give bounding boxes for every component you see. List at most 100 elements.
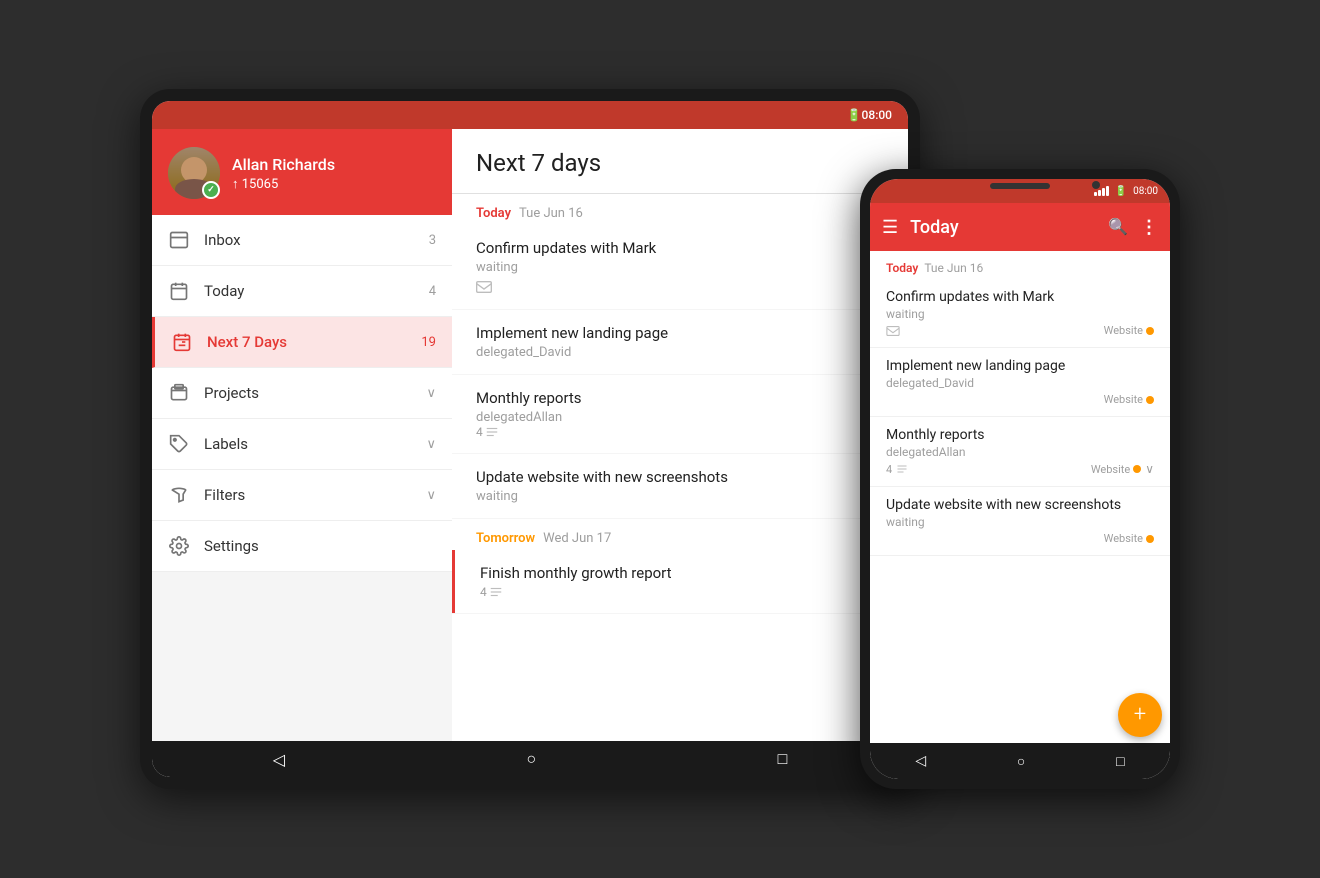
phone-task-row: Website [886, 324, 1154, 337]
avatar-badge [202, 181, 220, 199]
main-header: Next 7 days [452, 129, 908, 194]
phone-task-confirm-updates[interactable]: Confirm updates with Mark waiting Websit… [870, 279, 1170, 348]
task-meta: waiting [476, 260, 884, 275]
today-label: Today [476, 206, 511, 221]
website-dot [1146, 396, 1154, 404]
phone-time: 08:00 [1133, 186, 1158, 197]
user-karma: ↑ 15065 [232, 176, 335, 192]
phone-list-icon [896, 463, 908, 475]
website-dot [1146, 535, 1154, 543]
task-name: Update website with new screenshots [476, 468, 884, 486]
add-task-fab[interactable]: + [1118, 693, 1162, 737]
phone-task-meta: delegatedAllan [886, 445, 1154, 459]
recents-button[interactable]: □ [778, 749, 788, 769]
home-button[interactable]: ○ [526, 749, 536, 769]
sidebar-item-next7days[interactable]: Next 7 Days 19 [152, 317, 452, 368]
sidebar-item-labels[interactable]: Labels ∨ [152, 419, 452, 470]
task-name: Implement new landing page [476, 324, 884, 342]
website-label: Website [1091, 463, 1130, 476]
projects-chevron-icon: ∨ [426, 386, 436, 401]
email-icon [476, 279, 492, 295]
more-options-icon[interactable]: ⋮ [1140, 217, 1158, 238]
labels-icon [168, 433, 190, 455]
task-item-monthly-reports[interactable]: Monthly reports delegatedAllan 4 [452, 375, 908, 454]
inbox-label: Inbox [204, 231, 415, 249]
tomorrow-section-header: Tomorrow Wed Jun 17 [452, 519, 908, 550]
tablet-time: 08:00 [862, 108, 892, 122]
filters-label: Filters [204, 486, 412, 504]
today-label: Today [204, 282, 415, 300]
task-item-update-website[interactable]: Update website with new screenshots wait… [452, 454, 908, 519]
projects-label: Projects [204, 384, 412, 402]
website-label: Website [1104, 324, 1143, 337]
task-item-confirm-updates[interactable]: Confirm updates with Mark waiting [452, 225, 908, 310]
sidebar-item-projects[interactable]: Projects ∨ [152, 368, 452, 419]
phone-task-meta: delegated_David [886, 376, 1154, 390]
task-icon-row [476, 279, 884, 295]
phone-recents-button[interactable]: □ [1116, 753, 1124, 770]
website-dot [1146, 327, 1154, 335]
phone-task-meta: waiting [886, 515, 1154, 529]
phone-task-name: Implement new landing page [886, 358, 1154, 374]
sidebar-nav: Inbox 3 Today 4 [152, 215, 452, 741]
task-count: 4 [476, 425, 884, 439]
sidebar: Allan Richards ↑ 15065 [152, 129, 452, 741]
phone-task-name: Monthly reports [886, 427, 1154, 443]
phone-content: Today Tue Jun 16 Confirm updates with Ma… [870, 251, 1170, 743]
search-icon[interactable]: 🔍 [1108, 217, 1128, 238]
phone-task-landing-page[interactable]: Implement new landing page delegated_Dav… [870, 348, 1170, 417]
today-section-header: Today Tue Jun 16 [452, 194, 908, 225]
sidebar-item-filters[interactable]: Filters ∨ [152, 470, 452, 521]
tablet-device: 🔋 08:00 Allan Richards ↑ 15065 [140, 89, 920, 789]
phone-home-button[interactable]: ○ [1017, 753, 1025, 770]
sidebar-item-today[interactable]: Today 4 [152, 266, 452, 317]
battery-icon: 🔋 [1115, 186, 1127, 197]
phone-today-header: Today Tue Jun 16 [870, 251, 1170, 279]
website-dot [1133, 465, 1141, 473]
phone-camera [1092, 181, 1100, 189]
phone-task-name: Update website with new screenshots [886, 497, 1154, 513]
website-badge: Website [1104, 393, 1154, 406]
phone-task-monthly-reports[interactable]: Monthly reports delegatedAllan 4 Website [870, 417, 1170, 487]
today-count: 4 [429, 284, 436, 299]
settings-icon [168, 535, 190, 557]
tablet-status-bar: 🔋 08:00 [152, 101, 908, 129]
menu-icon[interactable]: ☰ [882, 217, 898, 238]
website-label: Website [1104, 393, 1143, 406]
sidebar-item-settings[interactable]: Settings [152, 521, 452, 572]
main-content: Next 7 days Today Tue Jun 16 Confirm upd… [452, 129, 908, 741]
inbox-icon [168, 229, 190, 251]
user-name: Allan Richards [232, 155, 335, 174]
phone-task-icons: 4 [886, 463, 908, 476]
sidebar-item-inbox[interactable]: Inbox 3 [152, 215, 452, 266]
karma-value: ↑ 15065 [232, 176, 278, 192]
task-item-growth-report[interactable]: Finish monthly growth report 4 [452, 550, 908, 614]
website-badge: Website [1104, 324, 1154, 337]
task-list: Today Tue Jun 16 Confirm updates with Ma… [452, 194, 908, 741]
toolbar-actions: 🔍 ⋮ [1108, 217, 1158, 238]
filters-chevron-icon: ∨ [426, 488, 436, 503]
signal-bar-4 [1106, 186, 1109, 196]
list-icon [489, 585, 503, 599]
phone-device: 🔋 08:00 ☰ Today 🔍 ⋮ Today Tue Jun 16 Con… [860, 169, 1180, 789]
task-item-landing-page[interactable]: Implement new landing page delegated_Dav… [452, 310, 908, 375]
collapse-chevron-icon: ∨ [1145, 462, 1154, 476]
phone-task-row: Website [886, 532, 1154, 545]
battery-icon: 🔋 [847, 108, 862, 122]
phone-back-button[interactable]: ◁ [915, 753, 926, 769]
phone-today-label: Today [886, 261, 918, 275]
labels-chevron-icon: ∨ [426, 437, 436, 452]
task-name: Confirm updates with Mark [476, 239, 884, 257]
phone-task-row: Website [886, 393, 1154, 406]
filters-icon [168, 484, 190, 506]
today-icon [168, 280, 190, 302]
phone-today-date: Tue Jun 16 [924, 261, 983, 275]
phone-task-icons [886, 326, 900, 336]
back-button[interactable]: ◁ [273, 750, 285, 769]
inbox-count: 3 [429, 233, 436, 248]
phone-title: Today [910, 217, 1096, 238]
page-title: Next 7 days [476, 149, 884, 177]
phone-task-row: 4 Website ∨ [886, 462, 1154, 476]
next7days-count: 19 [421, 335, 436, 350]
phone-task-update-website[interactable]: Update website with new screenshots wait… [870, 487, 1170, 556]
